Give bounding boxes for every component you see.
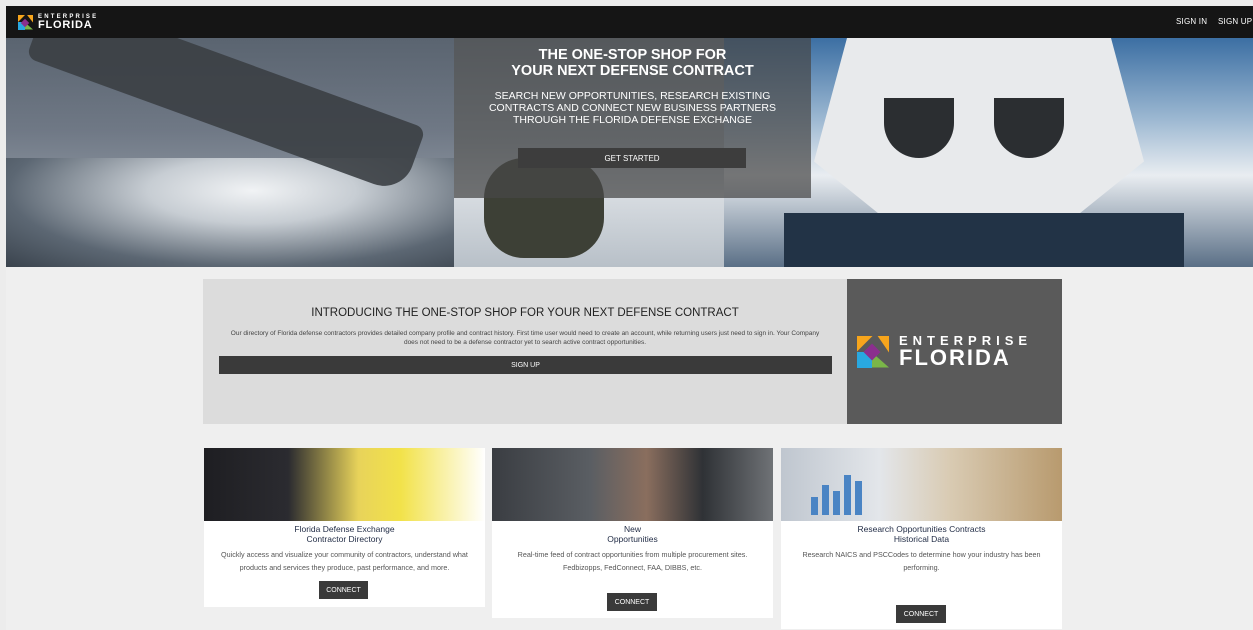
card-title-line1: Research Opportunities Contracts	[857, 524, 986, 534]
logo-mark-icon	[18, 14, 33, 30]
top-nav: ENTERPRISE FLORIDA SIGN IN SIGN UP	[6, 6, 1253, 38]
intro-title: INTRODUCING THE ONE-STOP SHOP FOR YOUR N…	[311, 307, 739, 319]
card-image-workers	[204, 448, 485, 521]
card-description: Quickly access and visualize your commun…	[221, 550, 468, 572]
card-title-line2: Contractor Directory	[306, 534, 383, 544]
hero-title: THE ONE-STOP SHOP FOR YOUR NEXT DEFENSE …	[454, 47, 811, 79]
card-description: Real-time feed of contract opportunities…	[517, 550, 748, 572]
enterprise-florida-large-logo: ENTERPRISE FLORIDA	[857, 334, 1032, 369]
connect-button-research[interactable]: CONNECT	[896, 605, 946, 623]
sign-in-link[interactable]: SIGN IN	[1176, 17, 1207, 26]
hero-title-line2: YOUR NEXT DEFENSE CONTRACT	[511, 63, 754, 79]
large-logo-text: ENTERPRISE FLORIDA	[899, 334, 1032, 369]
bar-chart-icon	[811, 470, 881, 515]
connect-button-opportunities[interactable]: CONNECT	[607, 593, 657, 611]
new-opportunities-card: New Opportunities Real-time feed of cont…	[492, 448, 773, 618]
hero-overlay: THE ONE-STOP SHOP FOR YOUR NEXT DEFENSE …	[454, 38, 811, 198]
hero-title-line1: THE ONE-STOP SHOP FOR	[538, 47, 727, 63]
intro-section: INTRODUCING THE ONE-STOP SHOP FOR YOUR N…	[203, 279, 847, 424]
get-started-button[interactable]: GET STARTED	[518, 148, 746, 168]
connect-button-directory[interactable]: CONNECT	[319, 581, 368, 599]
contractor-directory-card: Florida Defense Exchange Contractor Dire…	[204, 448, 485, 607]
card-image-chart	[781, 448, 1062, 521]
card-title: Research Opportunities Contracts Histori…	[781, 524, 1062, 544]
intro-logo-panel: ENTERPRISE FLORIDA	[847, 279, 1062, 424]
card-title: New Opportunities	[492, 524, 773, 544]
intro-sign-up-button[interactable]: SIGN UP	[219, 356, 832, 374]
card-title-line1: New	[623, 524, 641, 534]
enterprise-florida-logo[interactable]: ENTERPRISE FLORIDA	[18, 13, 98, 31]
research-historical-data-card: Research Opportunities Contracts Histori…	[781, 448, 1062, 629]
card-description: Research NAICS and PSCCodes to determine…	[802, 550, 1041, 572]
card-title-line1: Florida Defense Exchange	[294, 524, 395, 534]
card-title: Florida Defense Exchange Contractor Dire…	[204, 524, 485, 544]
logo-mark-icon	[857, 335, 889, 368]
hero-image-boat	[6, 38, 454, 267]
large-logo-line2: FLORIDA	[899, 345, 1011, 370]
card-title-line2: Historical Data	[893, 534, 950, 544]
intro-description: Our directory of Florida defense contrac…	[230, 330, 820, 346]
logo-text: ENTERPRISE FLORIDA	[38, 14, 98, 31]
hero-subtitle: SEARCH NEW OPPORTUNITIES, RESEARCH EXIST…	[488, 90, 777, 126]
card-image-handshake	[492, 448, 773, 521]
card-title-line2: Opportunities	[607, 534, 658, 544]
sign-up-link[interactable]: SIGN UP	[1218, 17, 1252, 26]
logo-line2: FLORIDA	[38, 18, 93, 31]
